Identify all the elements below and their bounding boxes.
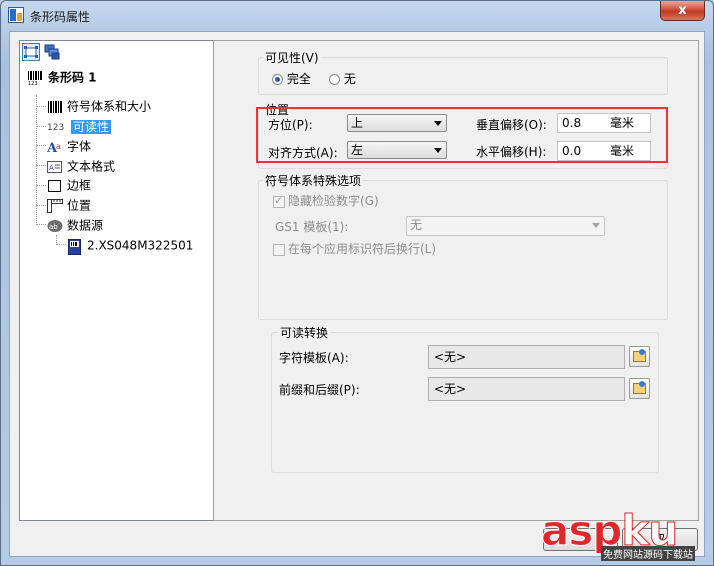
visibility-full-radio[interactable] [272,74,283,85]
tree-toolbar [20,41,213,63]
visibility-none-option[interactable]: 无 [329,70,356,87]
tree-item-label: 条形码 1 [48,70,97,85]
layers-view-button[interactable] [43,43,61,61]
tree-item-label: 符号体系和大小 [67,99,152,114]
line-break-label: 在每个应用标识符后换行(L) [288,242,437,256]
symbology-options-group: 符号体系特殊选项 隐藏检验数字(G) GS1 模板(1): 无 在每个应用标识符… [258,172,668,320]
tree-item-position[interactable]: 位置 [47,196,91,214]
gs1-template-value: 无 [410,218,423,232]
prefix-suffix-label: 前缀和后缀(P): [279,383,360,397]
svg-text:a: a [56,142,61,151]
gs1-template-select[interactable]: 无 [406,216,605,236]
font-icon: Aa [46,140,63,156]
barcode-lines-icon [47,100,63,114]
chevron-down-icon [592,223,600,228]
tree-connector [56,244,66,245]
visibility-full-label: 完全 [286,72,311,86]
title-bar[interactable]: 条形码属性 x [1,1,713,31]
watermark-subtitle: 免费网站源码下载站 [601,546,695,561]
tree-connector [36,165,46,166]
conversion-title: 可读转换 [278,324,331,341]
svg-text:A: A [49,164,54,172]
tree-connector [36,224,46,225]
tree-connector [36,95,37,223]
hide-check-digit-checkbox[interactable] [273,194,285,208]
prefix-suffix-button[interactable] [629,378,650,399]
tree-item-label: 可读性 [71,119,112,134]
tree-item-text-format[interactable]: A 文本格式 [47,157,115,175]
tree-item-data-source[interactable]: ab 数据源 [47,216,103,234]
visibility-none-radio[interactable] [329,74,340,85]
tree-connector [36,106,46,107]
app-icon [8,7,24,23]
edit-template-icon [633,381,646,394]
close-button[interactable]: x [660,1,705,21]
visibility-full-option[interactable]: 完全 [272,70,311,87]
tree-connector [36,185,46,186]
dialog-window: 条形码属性 x 123 条形码 1 符号体系和大小 123 可读性 A a 字体… [0,0,714,566]
gs1-template-label: GS1 模板(1): [275,220,349,234]
tree-item-label: 字体 [67,139,92,154]
svg-text:123: 123 [28,81,38,85]
tree-item-barcode[interactable]: 123 条形码 1 [28,68,97,87]
tree-connector [36,126,46,127]
tree-item-data-field[interactable]: 2.XS048M322501 [67,236,194,255]
visibility-group: 可见性(V) 完全 无 [258,49,668,95]
tree-connector [36,145,46,146]
tree-item-label: 文本格式 [67,159,116,174]
svg-text:ab: ab [49,223,58,231]
tree-connector [36,205,46,206]
text-format-icon: A [47,160,63,174]
readability-panel: 可见性(V) 完全 无 位置 方位(P): 上 垂直偏移(O): 0.8 毫米 … [213,40,699,521]
data-file-icon [67,238,83,255]
tree-item-font[interactable]: Aa 字体 [46,137,92,156]
123-icon: 123 [47,120,67,134]
property-tree: 123 条形码 1 符号体系和大小 123 可读性 Aa 字体 A 文本格式 边… [19,40,214,521]
barcode-icon: 123 [28,70,44,87]
visibility-title: 可见性(V) [263,49,321,66]
line-break-option[interactable]: 在每个应用标识符后换行(L) [273,240,436,257]
prefix-suffix-field[interactable]: <无> [428,377,625,401]
border-icon [47,179,63,193]
object-view-icon [24,46,38,58]
tree-item-label: 2.XS048M322501 [87,238,194,253]
hide-check-digit-option[interactable]: 隐藏检验数字(G) [273,192,379,209]
char-template-label: 字符模板(A): [279,351,349,365]
123-icon-text: 123 [47,122,65,133]
ruler-icon [47,198,63,213]
tree-item-label: 数据源 [67,218,104,233]
line-break-checkbox[interactable] [273,243,285,256]
tree-item-border[interactable]: 边框 [47,176,91,194]
visibility-none-label: 无 [343,72,356,86]
dialog-client-area: 123 条形码 1 符号体系和大小 123 可读性 Aa 字体 A 文本格式 边… [9,31,705,557]
char-template-field[interactable]: <无> [428,345,625,369]
symbology-title: 符号体系特殊选项 [263,172,364,189]
window-title: 条形码属性 [30,10,91,24]
tree-connector [56,235,57,243]
tree-item-label: 边框 [67,178,92,193]
edit-template-icon [633,349,646,362]
highlight-box [256,107,668,163]
tree-view-button[interactable] [22,43,40,61]
tree-item-symbology[interactable]: 符号体系和大小 [47,97,151,115]
tree-item-label: 位置 [67,198,92,213]
char-template-button[interactable] [629,346,650,367]
hide-check-digit-label: 隐藏检验数字(G) [288,194,379,208]
tree-item-readability[interactable]: 123 可读性 [47,117,112,135]
site-watermark: aspku 免费网站源码下载站 [540,507,711,561]
data-source-icon: ab [47,219,63,233]
layers-icon [44,44,60,60]
